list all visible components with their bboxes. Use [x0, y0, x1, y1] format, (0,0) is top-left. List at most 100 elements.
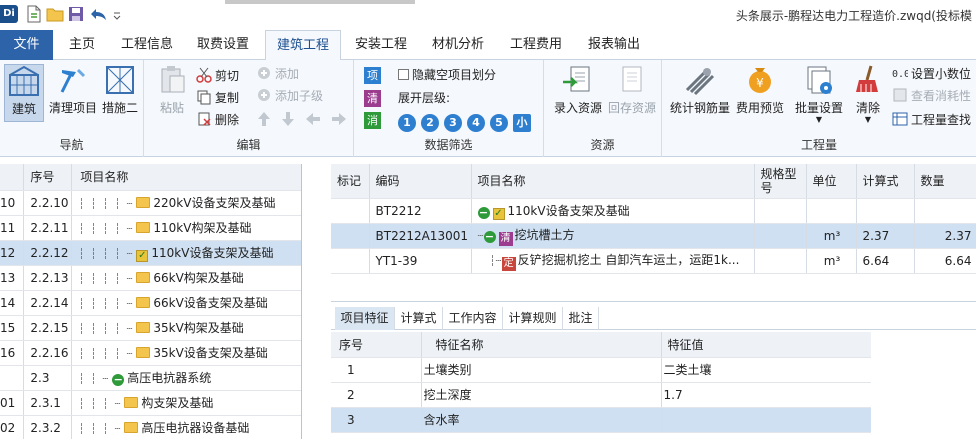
building-button[interactable]: 建筑	[4, 64, 44, 122]
tab-calc-rules[interactable]: 计算规则	[503, 307, 563, 330]
row-mark[interactable]	[331, 223, 370, 249]
features-row-selected[interactable]: 3 含水率	[331, 407, 871, 433]
save-icon[interactable]	[68, 5, 86, 23]
row-unit[interactable]: m³	[806, 223, 857, 249]
row-qty[interactable]: 6.64	[914, 248, 976, 274]
add-child-button[interactable]: 添加子级	[256, 86, 323, 106]
row-name-cell[interactable]: − ✓ 110kV设备支架及基础	[471, 198, 755, 224]
new-file-icon[interactable]	[26, 5, 44, 23]
backfill-resource-button[interactable]: 回存资源	[606, 64, 658, 116]
collapse-icon[interactable]: −	[483, 230, 496, 243]
level-3-button[interactable]: 3	[444, 114, 462, 132]
tab-fee-settings[interactable]: 取费设置	[190, 30, 256, 60]
tree-row-name-cell[interactable]: ┆ ┆ ┆ ┆ ┄ 110kV构架及基础	[71, 215, 301, 241]
quantity-search-button[interactable]: 工程量查找	[892, 110, 971, 130]
features-header-seq[interactable]: 序号	[331, 332, 422, 358]
row-formula[interactable]: 2.37	[856, 223, 915, 249]
tree-row-name-cell[interactable]: ┆ ┆ ┆ ┆ ┄ 66kV设备支架及基础	[71, 290, 301, 316]
row-code[interactable]: BT2212	[369, 198, 472, 224]
collapse-icon[interactable]: −	[477, 206, 490, 219]
tree-row[interactable]: 10 2.2.10 ┆ ┆ ┆ ┆ ┄ 220kV设备支架及基础	[0, 190, 301, 216]
header-qty[interactable]: 数量	[914, 164, 976, 199]
tab-building-works[interactable]: 建筑工程	[265, 30, 341, 61]
clear-button[interactable]: 清除 ▼	[850, 64, 886, 124]
tree-row[interactable]: 13 2.2.13 ┆ ┆ ┆ ┆ ┄ 66kV构架及基础	[0, 265, 301, 291]
row-unit[interactable]: m³	[806, 248, 857, 274]
tab-item-features[interactable]: 项目特征	[335, 307, 395, 330]
row-name-cell[interactable]: ┄− 清挖坑槽土方	[471, 223, 755, 249]
features-header-value[interactable]: 特征值	[661, 332, 871, 358]
collapse-icon[interactable]: −	[112, 374, 125, 386]
tree-header-seq[interactable]: 序号	[23, 164, 73, 191]
tree-row[interactable]: 15 2.2.15 ┆ ┆ ┆ ┆ ┄ 35kV构架及基础	[0, 315, 301, 341]
items-row[interactable]: YT1-39 ┆┄ 定反铲挖掘机挖土 自卸汽车运土，运距1k... m³ 6.64…	[331, 248, 976, 274]
row-spec[interactable]	[754, 198, 807, 224]
batch-settings-button[interactable]: 批量设置 ▼	[792, 64, 846, 124]
add-button[interactable]: 添加	[256, 64, 299, 84]
row-formula[interactable]: 6.64	[856, 248, 915, 274]
fee-preview-button[interactable]: ¥ 费用预览	[734, 64, 786, 116]
tree-row-name-cell[interactable]: ┆ ┆ ┆ ┄ 构支架及基础	[71, 390, 301, 416]
cut-button[interactable]: 剪切	[196, 66, 239, 86]
open-folder-icon[interactable]	[46, 5, 64, 23]
clean-project-button[interactable]: 清理项目	[47, 64, 99, 116]
undo-icon[interactable]	[90, 5, 108, 23]
level-4-button[interactable]: 4	[467, 114, 485, 132]
tab-project-costs[interactable]: 工程费用	[502, 30, 570, 60]
view-loss-button[interactable]: 查看消耗性	[892, 86, 971, 106]
row-name-cell[interactable]: ┆┄ 定反铲挖掘机挖土 自卸汽车运土，运距1k...	[471, 248, 755, 274]
tab-notes[interactable]: 批注	[563, 307, 599, 330]
row-unit[interactable]	[806, 198, 857, 224]
tree-row-name-cell[interactable]: ┆ ┆ ┆ ┆ ┄ 66kV构架及基础	[71, 265, 301, 291]
tab-report-output[interactable]: 报表输出	[580, 30, 648, 60]
tree-row-name-cell[interactable]: ┆ ┆ ┄ − 高压电抗器系统	[71, 365, 301, 391]
tab-home[interactable]: 主页	[60, 30, 104, 60]
steel-stats-button[interactable]: 统计钢筋量	[668, 64, 732, 116]
tree-row-name-cell[interactable]: ┆ ┆ ┆ ┆ ┄ 220kV设备支架及基础	[71, 190, 301, 216]
quick-access-dropdown-icon[interactable]	[112, 5, 122, 23]
row-spec[interactable]	[754, 248, 807, 274]
header-code[interactable]: 编码	[369, 164, 472, 199]
copy-button[interactable]: 复制	[196, 88, 239, 108]
delete-button[interactable]: 删除	[196, 110, 239, 130]
row-code[interactable]: YT1-39	[369, 248, 472, 274]
tree-row[interactable]: 11 2.2.11 ┆ ┆ ┆ ┆ ┄ 110kV构架及基础	[0, 215, 301, 241]
level-small-button[interactable]: 小	[513, 114, 531, 132]
header-unit[interactable]: 单位	[806, 164, 857, 199]
features-header-name[interactable]: 特征名称	[421, 332, 662, 358]
tab-installation-works[interactable]: 安装工程	[348, 30, 414, 60]
tree-row[interactable]: 16 2.2.16 ┆ ┆ ┆ ┆ ┄ 35kV设备支架及基础	[0, 340, 301, 366]
feature-name[interactable]: 土壤类别	[421, 357, 662, 383]
tree-row-name-cell[interactable]: ┆ ┆ ┆ ┆ ┄ 35kV设备支架及基础	[71, 340, 301, 366]
feature-value-input[interactable]	[661, 407, 871, 433]
header-spec[interactable]: 规格型号	[754, 164, 807, 199]
hide-empty-checkbox[interactable]	[398, 69, 409, 80]
features-row[interactable]: 2 挖土深度 1.7	[331, 382, 871, 408]
feature-value[interactable]: 1.7	[661, 382, 871, 408]
row-code[interactable]: BT2212A13001	[369, 223, 472, 249]
row-mark[interactable]	[331, 248, 370, 274]
filter-list-icon[interactable]: 清	[364, 90, 381, 107]
paste-button[interactable]: 粘贴	[154, 64, 190, 116]
level-2-button[interactable]: 2	[421, 114, 439, 132]
tree-row[interactable]: 14 2.2.14 ┆ ┆ ┆ ┆ ┄ 66kV设备支架及基础	[0, 290, 301, 316]
feature-name[interactable]: 含水率	[421, 407, 662, 433]
level-1-button[interactable]: 1	[398, 114, 416, 132]
level-5-button[interactable]: 5	[490, 114, 508, 132]
tab-work-content[interactable]: 工作内容	[443, 307, 503, 330]
tree-row[interactable]: 01 2.3.1 ┆ ┆ ┆ ┄ 构支架及基础	[0, 390, 301, 416]
measures-two-button[interactable]: 措施二	[100, 64, 140, 116]
row-spec[interactable]	[754, 223, 807, 249]
filter-consume-icon[interactable]: 消	[364, 112, 381, 129]
row-qty[interactable]	[914, 198, 976, 224]
header-formula[interactable]: 计算式	[856, 164, 915, 199]
move-arrows-icon[interactable]	[256, 110, 348, 128]
items-row[interactable]: BT2212 − ✓ 110kV设备支架及基础	[331, 198, 976, 224]
items-row-selected[interactable]: BT2212A13001 ┄− 清挖坑槽土方 m³ 2.37 2.37	[331, 223, 976, 249]
row-qty[interactable]: 2.37	[914, 223, 976, 249]
row-mark[interactable]	[331, 198, 370, 224]
tree-row-name-cell[interactable]: ┆ ┆ ┆ ┆ ┄ 35kV构架及基础	[71, 315, 301, 341]
tree-row-name-cell[interactable]: ┆ ┆ ┆ ┆ ┄ ✓ 110kV设备支架及基础	[71, 240, 301, 266]
filter-item-icon[interactable]: 项	[364, 67, 381, 84]
tree-row-selected[interactable]: 12 2.2.12 ┆ ┆ ┆ ┆ ┄ ✓ 110kV设备支架及基础	[0, 240, 301, 266]
